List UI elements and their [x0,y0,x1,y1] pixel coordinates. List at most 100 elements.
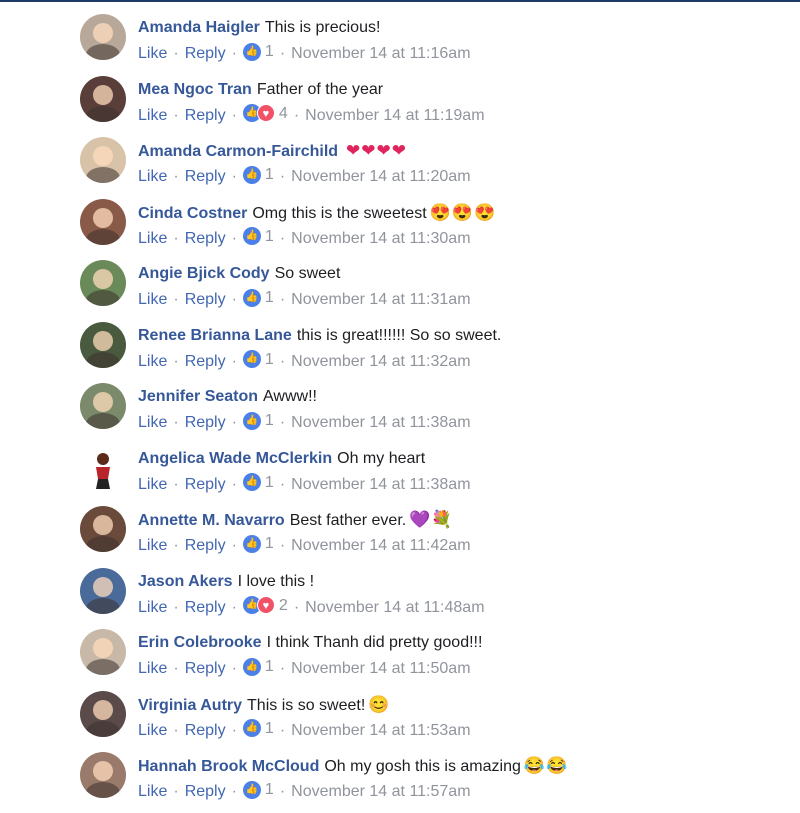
comment-timestamp[interactable]: November 14 at 11:53am [291,722,470,739]
like-link[interactable]: Like [138,537,167,554]
like-link[interactable]: Like [138,722,167,739]
comment-timestamp[interactable]: November 14 at 11:57am [291,783,470,800]
comment-author-link[interactable]: Virginia Autry [138,697,242,714]
like-link[interactable]: Like [138,291,167,308]
commenter-avatar[interactable] [80,137,126,183]
comment-timestamp[interactable]: November 14 at 11:16am [291,45,470,62]
comment-text: Awww!! [263,388,317,405]
like-link[interactable]: Like [138,599,167,616]
comment-timestamp[interactable]: November 14 at 11:42am [291,537,470,554]
comment-actions: Like · Reply · 👍 1 · November 14 at 11:38am [138,410,471,434]
comment-actions: Like · Reply · 👍 1 · November 14 at 11:50am [138,656,471,680]
reply-link[interactable]: Reply [185,230,226,247]
comment-timestamp[interactable]: November 14 at 11:38am [291,476,470,493]
comment-author-link[interactable]: Amanda Haigler [138,19,260,36]
comment-timestamp[interactable]: November 14 at 11:38am [291,414,470,431]
commenter-avatar[interactable] [80,14,126,60]
reaction-summary[interactable]: 👍 1 [242,287,274,309]
separator-dot: · [279,45,286,63]
reply-link[interactable]: Reply [185,783,226,800]
comment-item: Angie Bjick Cody So sweet Like · Reply · 👍 1 · No… [0,259,800,321]
reply-link[interactable]: Reply [185,107,226,124]
comment-author-link[interactable]: Amanda Carmon-Fairchild [138,143,338,160]
reaction-summary[interactable]: 👍 1 [242,718,274,740]
like-link[interactable]: Like [138,414,167,431]
separator-dot: · [279,291,286,309]
comment-timestamp[interactable]: November 14 at 11:30am [291,230,470,247]
reply-link[interactable]: Reply [185,537,226,554]
comment-author-link[interactable]: Mea Ngoc Tran [138,81,252,98]
comment-author-link[interactable]: Cinda Costner [138,205,247,222]
commenter-avatar[interactable] [80,752,126,798]
reaction-summary[interactable]: 👍 ♥ 4 [242,103,288,125]
reaction-summary[interactable]: 👍 1 [242,410,274,432]
reaction-count: 1 [264,350,274,368]
comment-body: Jason Akers I love this ! [138,571,314,593]
reaction-summary[interactable]: 👍 1 [242,472,274,494]
comment-actions: Like · Reply · 👍 1 · November 14 at 11:42am [138,533,471,557]
reply-link[interactable]: Reply [185,45,226,62]
comment-item: Hannah Brook McCloud Oh my gosh this is a… [0,751,800,813]
commenter-avatar[interactable] [80,690,126,737]
comment-text: This is precious! [264,19,381,36]
separator-dot: · [173,537,179,555]
comment-body: Cinda Costner Omg this is the sweetest 😍😍😍 [138,202,496,224]
comment-body: Mea Ngoc Tran Father of the year [138,79,383,101]
commenter-avatar[interactable] [80,567,126,614]
reply-link[interactable]: Reply [185,660,226,677]
comment-emoji: 😍😍😍 [429,202,497,222]
comment-author-link[interactable]: Hannah Brook McCloud [138,758,319,775]
like-link[interactable]: Like [138,45,167,62]
like-link[interactable]: Like [138,476,167,493]
like-link[interactable]: Like [138,353,167,370]
reaction-summary[interactable]: 👍 ♥ 2 [242,595,288,617]
commenter-avatar[interactable] [80,444,126,491]
reaction-summary[interactable]: 👍 1 [242,533,274,555]
comment-author-link[interactable]: Jason Akers [138,573,233,590]
separator-dot: · [173,352,179,370]
comment-timestamp[interactable]: November 14 at 11:48am [305,599,484,616]
commenter-avatar[interactable] [80,383,126,429]
like-link[interactable]: Like [138,660,167,677]
reply-link[interactable]: Reply [185,168,226,185]
comment-author-link[interactable]: Jennifer Seaton [138,388,258,405]
comment-author-link[interactable]: Renee Brianna Lane [138,327,292,344]
reply-link[interactable]: Reply [185,353,226,370]
commenter-avatar[interactable] [80,629,126,675]
separator-dot: · [231,414,237,432]
reaction-summary[interactable]: 👍 1 [242,779,274,801]
like-link[interactable]: Like [138,168,167,185]
commenter-avatar[interactable] [80,75,126,122]
comment-timestamp[interactable]: November 14 at 11:20am [291,168,470,185]
reply-link[interactable]: Reply [185,722,226,739]
commenter-avatar[interactable] [80,321,126,368]
reaction-summary[interactable]: 👍 1 [242,349,274,371]
reply-link[interactable]: Reply [185,599,226,616]
comment-author-link[interactable]: Angie Bjick Cody [138,265,270,282]
reaction-summary[interactable]: 👍 1 [242,164,274,186]
comment-timestamp[interactable]: November 14 at 11:31am [291,291,470,308]
reply-link[interactable]: Reply [185,291,226,308]
commenter-avatar[interactable] [80,198,126,245]
comment-item: Virginia Autry This is so sweet! 😊 Like · Rep… [0,690,800,752]
comment-timestamp[interactable]: November 14 at 11:32am [291,353,470,370]
reply-link[interactable]: Reply [185,414,226,431]
comment-actions: Like · Reply · 👍 1 · November 14 at 11:31am [138,287,471,311]
comment-actions: Like · Reply · 👍 1 · November 14 at 11:30am [138,226,471,250]
commenter-avatar[interactable] [80,260,126,306]
reaction-summary[interactable]: 👍 1 [242,41,274,63]
comment-actions: Like · Reply · 👍 1 · November 14 at 11:20am [138,164,471,188]
comment-timestamp[interactable]: November 14 at 11:19am [305,107,484,124]
like-link[interactable]: Like [138,783,167,800]
comment-timestamp[interactable]: November 14 at 11:50am [291,660,470,677]
like-link[interactable]: Like [138,230,167,247]
commenter-avatar[interactable] [80,506,126,552]
reply-link[interactable]: Reply [185,476,226,493]
comment-author-link[interactable]: Angelica Wade McClerkin [138,450,332,467]
like-link[interactable]: Like [138,107,167,124]
comment-author-link[interactable]: Erin Colebrooke [138,634,262,651]
reaction-summary[interactable]: 👍 1 [242,656,274,678]
reaction-summary[interactable]: 👍 1 [242,226,274,248]
separator-dot: · [173,660,179,678]
comment-author-link[interactable]: Annette M. Navarro [138,512,285,529]
